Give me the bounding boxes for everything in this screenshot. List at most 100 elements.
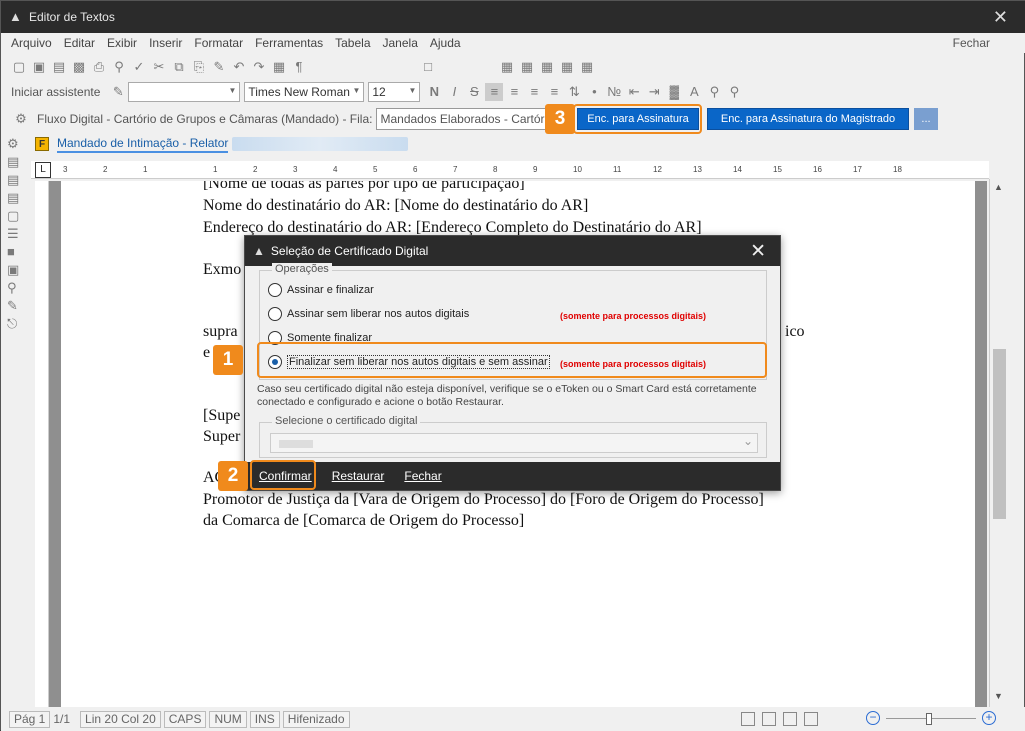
highlight-icon[interactable]: ▓: [665, 83, 683, 101]
view-3-icon[interactable]: [783, 712, 797, 726]
flow-label: Fluxo Digital - Cartório de Grupos e Câm…: [37, 112, 373, 126]
numbering-icon[interactable]: №: [605, 83, 623, 101]
chevron-down-icon[interactable]: ⌄: [743, 434, 753, 448]
zoom-knob[interactable]: [926, 713, 932, 725]
restore-button[interactable]: Restaurar: [332, 469, 385, 483]
standard-toolbar: ▢ ▣ ▤ ▩ ⎙ ⚲ ✓ ✂ ⧉ ⎘ ✎ ↶ ↷ ▦ ¶ □ ▦ ▦ ▦ ▦ …: [1, 55, 1025, 79]
ruler-tick: 3: [63, 164, 68, 174]
grid2-icon[interactable]: ▦: [518, 58, 536, 76]
save-icon[interactable]: ▩: [70, 58, 88, 76]
font-select[interactable]: Times New Roman ▼: [244, 82, 365, 102]
tab-stop-icon[interactable]: L: [35, 161, 51, 178]
undo-icon[interactable]: ↶: [230, 58, 248, 76]
justify-icon[interactable]: ≡: [545, 83, 563, 101]
side-tool-5-icon[interactable]: ▢: [7, 208, 19, 223]
print-icon[interactable]: ⎙: [90, 58, 108, 76]
zoom-out-icon[interactable]: −: [866, 711, 880, 725]
status-hyphen: Hifenizado: [282, 710, 350, 728]
tab-label: Mandado de Intimação - Relator: [57, 136, 229, 153]
info-text: Caso seu certificado digital não esteja …: [257, 383, 757, 408]
dialog-close-icon[interactable]: ✕: [750, 240, 766, 263]
zoom-icon[interactable]: ⚲: [705, 83, 723, 101]
style-icon[interactable]: ✎: [109, 83, 127, 101]
grid-icon[interactable]: ▦: [498, 58, 516, 76]
format-painter-icon[interactable]: ✎: [210, 58, 228, 76]
copy-icon[interactable]: ⧉: [170, 58, 188, 76]
step-1-badge: 1: [213, 345, 243, 375]
font-size-select[interactable]: 12 ▼: [368, 82, 421, 102]
align-right-icon[interactable]: ≡: [525, 83, 543, 101]
new-doc-icon[interactable]: ▢: [10, 58, 28, 76]
zoom-in-icon[interactable]: +: [982, 711, 996, 725]
scroll-thumb[interactable]: [993, 349, 1006, 519]
bold-button[interactable]: N: [425, 83, 443, 101]
digital-only-note: (somente para processos digitais): [560, 311, 707, 321]
menu-formatar[interactable]: Formatar: [194, 36, 243, 50]
view-1-icon[interactable]: [741, 712, 755, 726]
side-tool-4-icon[interactable]: ▤: [7, 190, 19, 205]
align-center-icon[interactable]: ≡: [505, 83, 523, 101]
spell-icon[interactable]: ✓: [130, 58, 148, 76]
side-tool-1-icon[interactable]: ⚙: [7, 136, 19, 151]
view-2-icon[interactable]: [762, 712, 776, 726]
menu-fechar[interactable]: Fechar: [953, 36, 990, 50]
close-window-icon[interactable]: ✕: [993, 7, 1008, 28]
style-select[interactable]: ▼: [128, 82, 241, 102]
view-4-icon[interactable]: [804, 712, 818, 726]
start-assistant[interactable]: Iniciar assistente: [11, 85, 100, 99]
radio-icon[interactable]: [268, 283, 282, 297]
menu-inserir[interactable]: Inserir: [149, 36, 182, 50]
certificate-select[interactable]: ⌄: [270, 433, 758, 453]
cut-icon[interactable]: ✂: [150, 58, 168, 76]
side-tool-7-icon[interactable]: ■: [7, 244, 15, 259]
vertical-scrollbar[interactable]: ▲ ▼: [989, 179, 1009, 707]
menu-editar[interactable]: Editar: [64, 36, 95, 50]
italic-button[interactable]: I: [445, 83, 463, 101]
zoom-slider[interactable]: − +: [866, 711, 996, 727]
status-page: Pág 1: [9, 710, 51, 728]
side-tool-11-icon[interactable]: ⎋: [7, 316, 17, 331]
menu-ajuda[interactable]: Ajuda: [430, 36, 461, 50]
menu-exibir[interactable]: Exibir: [107, 36, 137, 50]
ruler-tick: 5: [373, 164, 378, 174]
table-icon[interactable]: ▦: [270, 58, 288, 76]
side-tool-6-icon[interactable]: ☰: [7, 226, 19, 241]
side-tool-9-icon[interactable]: ⚲: [7, 280, 17, 295]
strike-button[interactable]: S: [465, 83, 483, 101]
scroll-down-icon[interactable]: ▼: [994, 691, 1003, 701]
grid3-icon[interactable]: ▦: [538, 58, 556, 76]
font-color-icon[interactable]: A: [685, 83, 703, 101]
radio-icon[interactable]: [268, 307, 282, 321]
bell-icon[interactable]: □: [419, 58, 437, 76]
close-button[interactable]: Fechar: [404, 469, 441, 483]
open-folder-icon[interactable]: ▣: [30, 58, 48, 76]
menu-arquivo[interactable]: Arquivo: [11, 36, 52, 50]
side-tool-3-icon[interactable]: ▤: [7, 172, 19, 187]
bullets-icon[interactable]: •: [585, 83, 603, 101]
paste-icon[interactable]: ⎘: [190, 58, 208, 76]
document-tab[interactable]: F Mandado de Intimação - Relator: [35, 134, 409, 154]
line-spacing-icon[interactable]: ⇅: [565, 83, 583, 101]
outdent-icon[interactable]: ⇤: [625, 83, 643, 101]
menu-ferramentas[interactable]: Ferramentas: [255, 36, 323, 50]
pilcrow-icon[interactable]: ¶: [290, 58, 308, 76]
redo-icon[interactable]: ↷: [250, 58, 268, 76]
side-tool-2-icon[interactable]: ▤: [7, 154, 19, 169]
more-button[interactable]: ...: [914, 108, 938, 130]
option-assinar-sem-liberar[interactable]: Assinar sem liberar nos autos digitais: [268, 305, 469, 323]
menu-janela[interactable]: Janela: [383, 36, 418, 50]
menu-tabela[interactable]: Tabela: [335, 36, 370, 50]
scroll-up-icon[interactable]: ▲: [994, 182, 1003, 192]
grid5-icon[interactable]: ▦: [578, 58, 596, 76]
preview-icon[interactable]: ⚲: [110, 58, 128, 76]
enc-assinatura-magistrado-button[interactable]: Enc. para Assinatura do Magistrado: [707, 108, 909, 130]
indent-icon[interactable]: ⇥: [645, 83, 663, 101]
grid4-icon[interactable]: ▦: [558, 58, 576, 76]
queue-field[interactable]: Mandados Elaborados - Cartório: [376, 108, 547, 130]
option-assinar-finalizar[interactable]: Assinar e finalizar: [268, 281, 374, 299]
side-tool-8-icon[interactable]: ▣: [7, 262, 19, 277]
align-left-icon[interactable]: ≡: [485, 83, 504, 101]
side-tool-10-icon[interactable]: ✎: [7, 298, 18, 313]
find-icon[interactable]: ⚲: [725, 83, 743, 101]
folder-icon[interactable]: ▤: [50, 58, 68, 76]
